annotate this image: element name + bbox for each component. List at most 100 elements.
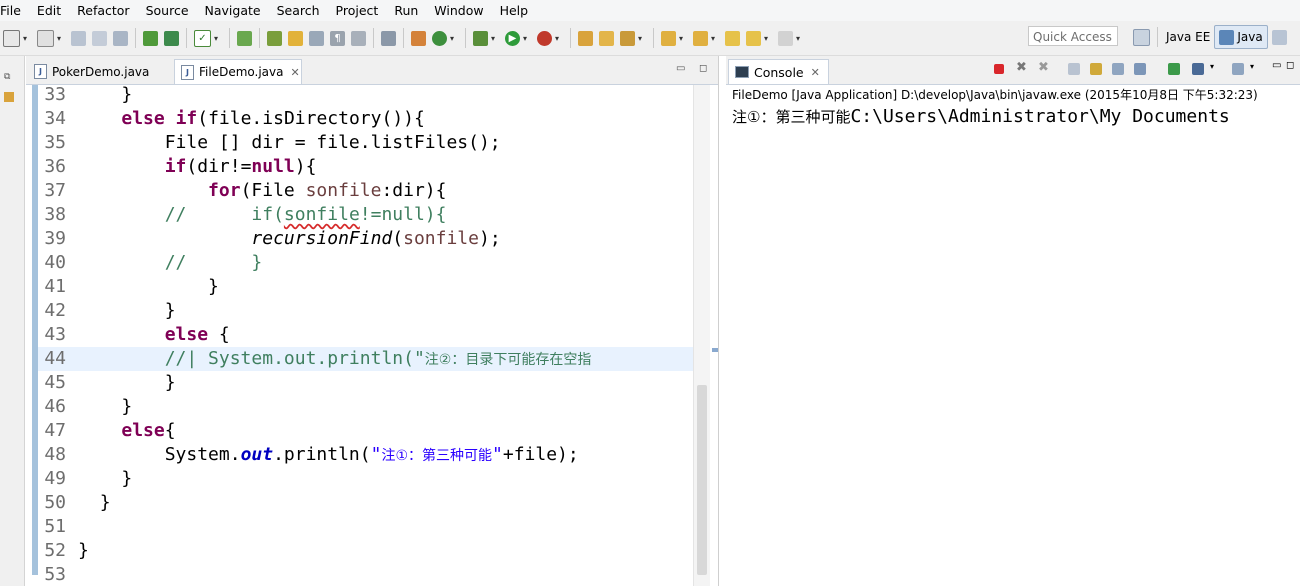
back-icon[interactable] [746,30,761,46]
code-line[interactable]: 50 } [38,491,693,515]
code-line[interactable]: 52} [38,539,693,563]
maximize-icon[interactable]: ◻ [1286,60,1298,72]
run-icon[interactable]: ▶ [505,30,520,46]
new-console-icon[interactable] [1232,63,1244,75]
code-line[interactable]: 49 } [38,467,693,491]
pilcrow-icon[interactable]: ¶ [330,30,345,46]
code-editor[interactable]: 33 } 34 else if(file.isDirectory()){35 Fi… [26,85,718,586]
last-edit-icon[interactable] [725,30,740,46]
external-tools-icon[interactable] [537,30,552,46]
code-line[interactable]: 47 else{ [38,419,693,443]
debug-icon[interactable] [473,30,488,46]
code-line[interactable]: 37 for(File sonfile:dir){ [38,179,693,203]
code-line[interactable]: 35 File [] dir = file.listFiles(); [38,131,693,155]
open-type-icon[interactable] [37,29,54,47]
chevron-down-icon[interactable]: ▾ [555,34,562,43]
remove-all-icon[interactable]: ✖ [1038,60,1050,75]
terminate-icon[interactable] [994,64,1004,74]
editor-scrollbar[interactable] [693,85,710,586]
perspective-more-icon[interactable] [1271,29,1287,45]
cursor-icon[interactable] [309,30,324,46]
new-icon[interactable] [3,29,20,47]
chevron-down-icon[interactable]: ▾ [57,34,64,43]
display-console-icon[interactable] [1192,63,1204,75]
code-line[interactable]: 44 //| System.out.println("注②：目录下可能存在空指 [38,347,693,371]
code-line[interactable]: 40 // } [38,251,693,275]
tab-filedemo[interactable]: J FileDemo.java ✕ [174,59,302,84]
refresh-icon[interactable] [237,30,252,46]
maximize-icon[interactable]: ◻ [699,63,709,74]
save-icon[interactable] [71,30,86,46]
prev-annotation-icon[interactable] [693,30,708,46]
clear-console-icon[interactable] [1068,63,1080,75]
open-package-icon[interactable] [578,30,593,46]
code-line[interactable]: 39 recursionFind(sonfile); [38,227,693,251]
close-icon[interactable]: ✕ [290,66,299,79]
chevron-down-icon[interactable]: ▾ [450,34,457,43]
menu-help[interactable]: Help [492,0,537,21]
code-line[interactable]: 41 } [38,275,693,299]
pin-icon[interactable] [381,30,396,46]
search-icon[interactable] [267,30,282,46]
build-icon[interactable] [411,30,426,46]
overview-marker[interactable] [712,348,718,352]
tab-pokerdemo[interactable]: J PokerDemo.java [28,59,174,84]
pin-console-icon[interactable] [1168,63,1180,75]
tasks-icon[interactable]: ✓ [194,29,211,47]
restore-icon[interactable]: ⧉ [4,72,18,84]
remove-launch-icon[interactable]: ✖ [1016,60,1028,75]
code-line[interactable]: 51 [38,515,693,539]
sync-icon[interactable] [432,30,447,46]
save-all-icon[interactable] [92,30,107,46]
scrollbar-thumb[interactable] [697,385,707,575]
code-line[interactable]: 36 if(dir!=null){ [38,155,693,179]
package-explorer-icon[interactable] [4,92,14,102]
code-line[interactable]: 46 } [38,395,693,419]
menu-edit[interactable]: Edit [29,0,69,21]
chevron-down-icon[interactable]: ▾ [523,34,530,43]
menu-window[interactable]: Window [426,0,491,21]
chevron-down-icon[interactable]: ▾ [796,34,803,43]
import-icon[interactable] [143,30,158,46]
code-line[interactable]: 48 System.out.println("注①：第三种可能"+file); [38,443,693,467]
menu-file[interactable]: File [0,0,29,21]
code-line[interactable]: 34 else if(file.isDirectory()){ [38,107,693,131]
chevron-down-icon[interactable]: ▾ [679,34,686,43]
menu-run[interactable]: Run [386,0,426,21]
menu-search[interactable]: Search [269,0,328,21]
chevron-down-icon[interactable]: ▾ [214,34,221,43]
forward-icon[interactable] [778,30,793,46]
chevron-down-icon[interactable]: ▾ [1210,62,1222,74]
code-line[interactable]: 42 } [38,299,693,323]
code-line[interactable]: 38 // if(sonfile!=null){ [38,203,693,227]
perspective-java-ee[interactable]: Java EE [1162,26,1214,48]
menu-navigate[interactable]: Navigate [197,0,269,21]
menu-refactor[interactable]: Refactor [69,0,137,21]
code-line[interactable]: 43 else { [38,323,693,347]
chevron-down-icon[interactable]: ▾ [764,34,771,43]
quick-access-input[interactable]: Quick Access [1028,26,1118,46]
close-icon[interactable]: ✕ [811,66,820,79]
wand-icon[interactable] [288,30,303,46]
code-line[interactable]: 33 } [38,85,693,107]
chevron-down-icon[interactable]: ▾ [711,34,718,43]
menu-project[interactable]: Project [328,0,387,21]
scroll-lock-icon[interactable] [1090,63,1102,75]
print-icon[interactable] [113,30,128,46]
perspective-java[interactable]: Java [1214,25,1268,49]
open-perspective-icon[interactable] [1133,28,1150,46]
open-folder-icon[interactable] [599,30,614,46]
chevron-down-icon[interactable]: ▾ [1250,62,1262,74]
chevron-down-icon[interactable]: ▾ [23,34,30,43]
menu-source[interactable]: Source [138,0,197,21]
code-line[interactable]: 53 [38,563,693,586]
chevron-down-icon[interactable]: ▾ [638,34,645,43]
show-on-output-icon[interactable] [1134,63,1146,75]
minimize-icon[interactable]: ▭ [676,63,686,74]
console-output[interactable]: 注①：第三种可能C:\Users\Administrator\My Docume… [732,106,1230,128]
block-select-icon[interactable] [351,30,366,46]
next-annotation-icon[interactable] [661,30,676,46]
minimize-icon[interactable]: ▭ [1272,60,1284,72]
chevron-down-icon[interactable]: ▾ [491,34,498,43]
export-icon[interactable] [164,30,179,46]
